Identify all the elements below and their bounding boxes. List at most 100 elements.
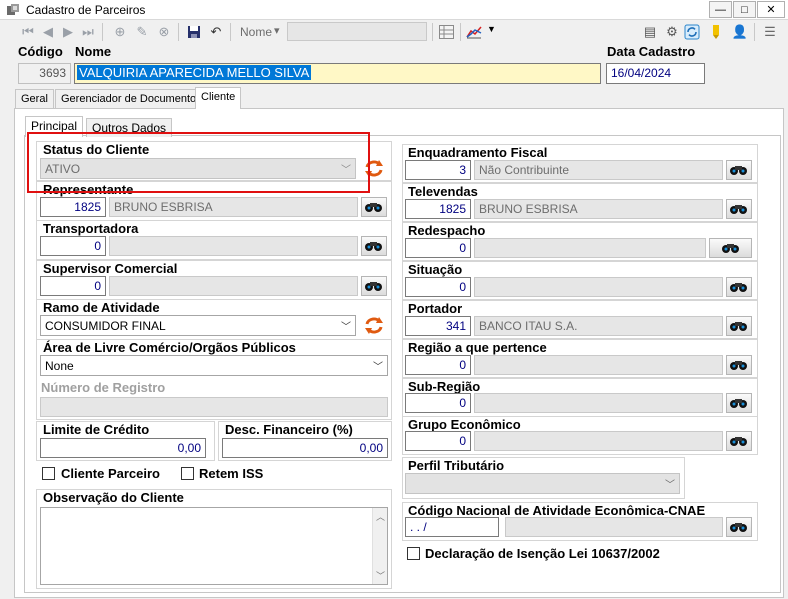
perfil-select[interactable]: ﹀: [405, 473, 680, 494]
regiao-label: Região a que pertence: [408, 340, 547, 355]
binoculars-icon: [730, 361, 747, 370]
undo-icon[interactable]: ↶: [208, 24, 224, 40]
refresh-icon[interactable]: [684, 24, 700, 40]
app-icon: [7, 4, 19, 15]
regiao-lookup-button[interactable]: [726, 355, 752, 375]
portador-lookup-button[interactable]: [726, 316, 752, 336]
area-select[interactable]: None ﹀: [40, 355, 388, 376]
nome-field[interactable]: VALQUIRIA APARECIDA MELLO SILVA: [74, 63, 601, 84]
televendas-code-field[interactable]: 1825: [405, 199, 471, 219]
regiao-name-field: [474, 355, 723, 375]
subregiao-name-field: [474, 393, 723, 413]
limite-field[interactable]: 0,00: [40, 438, 206, 458]
chevron-down-icon: ﹀: [341, 322, 351, 333]
situacao-lookup-button[interactable]: [726, 277, 752, 297]
subregiao-label: Sub-Região: [408, 379, 481, 394]
maximize-icon: □: [741, 3, 748, 16]
subregiao-code-field[interactable]: 0: [405, 393, 471, 413]
first-record-icon[interactable]: ⏮: [20, 24, 36, 40]
scroll-down-icon[interactable]: ﹀: [376, 569, 385, 582]
televendas-lookup-button[interactable]: [726, 199, 752, 219]
representante-lookup-button[interactable]: [361, 197, 387, 217]
grupo-code-field[interactable]: 0: [405, 431, 471, 451]
menu-icon[interactable]: ☰: [762, 24, 778, 40]
marker-icon[interactable]: [708, 24, 724, 40]
tab-cliente[interactable]: Cliente: [195, 87, 242, 109]
transportadora-lookup-button[interactable]: [361, 236, 387, 256]
binoculars-icon: [365, 242, 382, 251]
representante-code-field[interactable]: 1825: [40, 197, 106, 217]
delete-icon[interactable]: ⊗: [156, 24, 172, 40]
chart-dropdown-icon[interactable]: ▼: [487, 24, 496, 34]
transportadora-name-field: [109, 236, 358, 256]
close-button[interactable]: ✕: [757, 1, 785, 18]
refresh-ramo-icon[interactable]: [361, 315, 387, 336]
desc-field[interactable]: 0,00: [222, 438, 388, 458]
nome-value: VALQUIRIA APARECIDA MELLO SILVA: [77, 65, 312, 80]
minimize-button[interactable]: —: [709, 1, 732, 18]
data-cadastro-field[interactable]: 16/04/2024: [606, 63, 705, 84]
redespacho-code-field[interactable]: 0: [405, 238, 471, 258]
save-icon[interactable]: [186, 24, 202, 40]
search-field-dropdown-icon[interactable]: ▾: [274, 24, 280, 37]
search-input[interactable]: [287, 22, 427, 41]
cnae-lookup-button[interactable]: [726, 517, 752, 537]
transportadora-code-field[interactable]: 0: [40, 236, 106, 256]
add-icon[interactable]: ⊕: [112, 24, 128, 40]
ramo-value: CONSUMIDOR FINAL: [45, 319, 166, 333]
retem-iss-checkbox[interactable]: [181, 467, 194, 480]
user-icon[interactable]: 👤: [732, 24, 748, 40]
binoculars-icon: [730, 205, 747, 214]
transportadora-label: Transportadora: [43, 221, 139, 236]
grid-icon[interactable]: [438, 24, 454, 40]
enquadramento-name-field: Não Contribuinte: [474, 160, 723, 180]
supervisor-lookup-button[interactable]: [361, 276, 387, 296]
binoculars-icon: [730, 523, 747, 532]
redespacho-name-field: [474, 238, 706, 258]
codigo-field[interactable]: 3693: [18, 63, 71, 84]
search-field-label[interactable]: Nome: [240, 25, 272, 39]
redespacho-lookup-button[interactable]: [709, 238, 752, 258]
ramo-select[interactable]: CONSUMIDOR FINAL ﹀: [40, 315, 356, 336]
observacao-textarea[interactable]: ︿ ﹀: [40, 507, 388, 585]
chevron-down-icon: ﹀: [373, 362, 383, 373]
enquadramento-code-field[interactable]: 3: [405, 160, 471, 180]
settings-icon[interactable]: ⚙: [664, 24, 680, 40]
toolbar-separator: [432, 23, 433, 41]
binoculars-icon: [365, 282, 382, 291]
last-record-icon[interactable]: ⏭: [80, 24, 96, 40]
redespacho-label: Redespacho: [408, 223, 486, 238]
scroll-up-icon[interactable]: ︿: [376, 510, 385, 523]
observacao-scrollbar[interactable]: ︿ ﹀: [372, 508, 387, 584]
area-value: None: [45, 359, 74, 373]
supervisor-code-field[interactable]: 0: [40, 276, 106, 296]
supervisor-name-field: [109, 276, 358, 296]
enquadramento-lookup-button[interactable]: [726, 160, 752, 180]
portador-name-field: BANCO ITAU S.A.: [474, 316, 723, 336]
tab-geral[interactable]: Geral: [15, 89, 54, 108]
portador-code-field[interactable]: 341: [405, 316, 471, 336]
highlight-box: [27, 132, 370, 193]
binoculars-icon: [730, 399, 747, 408]
next-record-icon[interactable]: ▶: [60, 24, 76, 40]
situacao-code-field[interactable]: 0: [405, 277, 471, 297]
register-icon[interactable]: ▤: [642, 24, 658, 40]
numero-registro-label: Número de Registro: [41, 380, 166, 395]
minimize-icon: —: [715, 3, 726, 16]
cliente-parceiro-checkbox[interactable]: [42, 467, 55, 480]
cnae-code-field[interactable]: . . /: [405, 517, 499, 537]
prev-record-icon[interactable]: ◀: [40, 24, 56, 40]
declaracao-isencao-checkbox[interactable]: [407, 547, 420, 560]
close-icon: ✕: [766, 4, 776, 16]
subregiao-lookup-button[interactable]: [726, 393, 752, 413]
edit-icon[interactable]: ✎: [134, 24, 150, 40]
chevron-down-icon: ﹀: [665, 480, 675, 491]
codigo-label: Código: [18, 44, 63, 59]
toolbar-separator: [460, 23, 461, 41]
maximize-button[interactable]: □: [733, 1, 756, 18]
area-label: Área de Livre Comércio/Orgãos Públicos: [43, 340, 296, 355]
chart-icon[interactable]: [466, 24, 482, 40]
grupo-lookup-button[interactable]: [726, 431, 752, 451]
tab-gerenciador-documentos[interactable]: Gerenciador de Documentos: [55, 89, 208, 108]
regiao-code-field[interactable]: 0: [405, 355, 471, 375]
